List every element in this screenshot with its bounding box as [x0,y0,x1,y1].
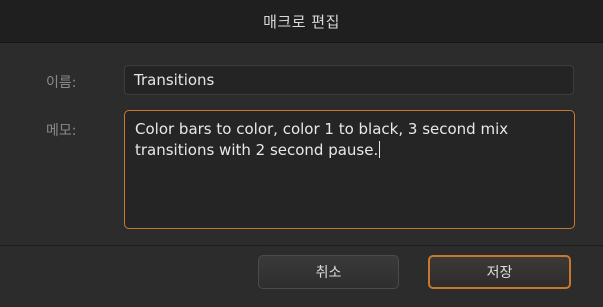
cancel-button[interactable]: 취소 [258,255,399,289]
memo-text: Color bars to color, color 1 to black, 3… [135,120,509,159]
dialog-title: 매크로 편집 [263,12,340,31]
dialog-titlebar: 매크로 편집 [0,0,603,43]
save-button[interactable]: 저장 [428,255,571,289]
memo-field[interactable]: Color bars to color, color 1 to black, 3… [124,110,575,229]
name-field[interactable]: Transitions [124,65,574,95]
memo-label: 메모: [46,123,77,139]
edit-macro-dialog: 매크로 편집 이름: Transitions 메모: Color bars to… [0,0,603,307]
text-caret [379,141,381,158]
footer-divider [0,245,603,246]
name-label: 이름: [46,75,77,91]
